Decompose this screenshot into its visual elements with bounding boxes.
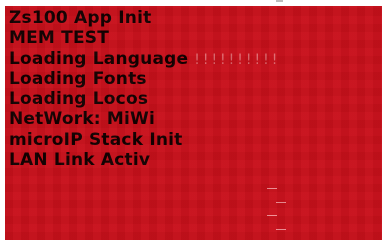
boot-line-text: Loading Fonts <box>9 68 147 89</box>
top-edge-mark <box>276 0 283 2</box>
display-artifact <box>276 202 286 203</box>
display-artifact <box>276 229 286 230</box>
boot-line-text: Loading Locos <box>9 89 149 110</box>
boot-line-lan-link: LAN Link Activ <box>9 150 280 170</box>
boot-line-text: NetWork: MiWi <box>9 109 156 130</box>
boot-line-app-init: Zs100 App Init <box>9 8 280 28</box>
boot-line-network: NetWork: MiWi <box>9 109 280 129</box>
boot-line-loading-locos: Loading Locos <box>9 89 280 109</box>
boot-line-loading-language: Loading Language!!!!!!!!!! <box>9 49 280 69</box>
boot-line-text: microIP Stack Init <box>9 129 183 150</box>
boot-line-text: Zs100 App Init <box>9 8 152 28</box>
display-artifact <box>267 188 277 189</box>
boot-log: Zs100 App Init MEM TEST Loading Language… <box>9 8 280 170</box>
boot-line-loading-fonts: Loading Fonts <box>9 69 280 89</box>
boot-line-text: LAN Link Activ <box>9 150 151 171</box>
boot-line-text: MEM TEST <box>9 28 110 49</box>
boot-line-mem-test: MEM TEST <box>9 28 280 48</box>
boot-line-text: Loading Language <box>9 48 189 69</box>
language-progress-indicator: !!!!!!!!!! <box>194 51 281 68</box>
boot-display-screen: Zs100 App Init MEM TEST Loading Language… <box>5 6 382 240</box>
boot-line-microip-stack: microIP Stack Init <box>9 130 280 150</box>
display-artifact <box>267 215 277 216</box>
